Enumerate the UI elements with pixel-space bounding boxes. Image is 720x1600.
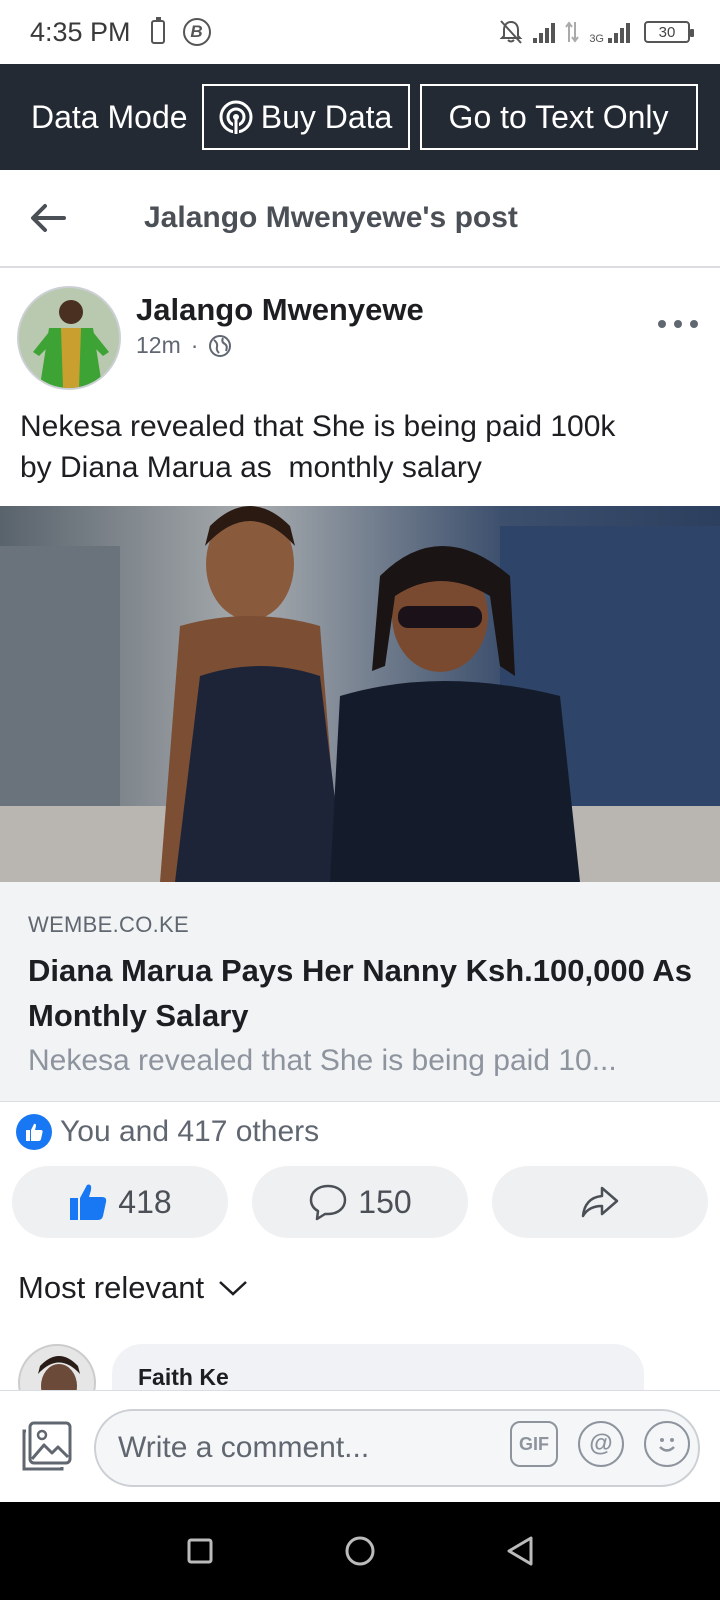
comment-icon — [310, 1184, 347, 1221]
broadcast-icon — [219, 100, 253, 134]
like-button[interactable]: 418 — [12, 1166, 228, 1238]
link-preview[interactable]: WEMBE.CO.KE Diana Marua Pays Her Nanny K… — [0, 882, 720, 1102]
comment-author[interactable]: Faith Ke — [138, 1364, 229, 1390]
page-title: Jalango Mwenyewe's post — [144, 201, 518, 234]
buy-data-label: Buy Data — [260, 98, 393, 135]
status-left-icons: B — [150, 17, 211, 46]
comment-sort-dropdown[interactable]: Most relevant — [18, 1270, 248, 1306]
thumbs-up-icon — [70, 1184, 107, 1220]
signal-icon — [533, 21, 556, 43]
reactions-summary[interactable]: You and 417 others — [16, 1114, 319, 1150]
post-meta: 12m · — [136, 332, 232, 359]
network-type-label: 3G — [589, 33, 604, 45]
comment-count: 150 — [358, 1183, 412, 1220]
gif-button[interactable]: GIF — [510, 1421, 558, 1467]
post-photo[interactable] — [0, 506, 720, 882]
share-button[interactable] — [492, 1166, 708, 1238]
triangle-back-icon — [507, 1536, 533, 1566]
notifications-off-icon — [499, 20, 523, 44]
link-title: Diana Marua Pays Her Nanny Ksh.100,000 A… — [28, 953, 692, 1033]
globe-icon — [209, 334, 232, 357]
more-options-icon[interactable] — [658, 318, 698, 330]
post-author-row: Jalango Mwenyewe 12m · — [0, 282, 720, 392]
composer-icons: GIF @ — [510, 1421, 690, 1467]
system-nav-bar — [0, 1502, 720, 1600]
comment-button[interactable]: 150 — [252, 1166, 468, 1238]
home-button[interactable] — [330, 1521, 390, 1581]
mention-button[interactable]: @ — [578, 1421, 624, 1467]
post-text: Nekesa revealed that She is being paid 1… — [20, 410, 616, 484]
post-time[interactable]: 12m — [136, 332, 181, 359]
signal-icon-secondary — [608, 21, 630, 43]
back-nav-button[interactable] — [490, 1521, 550, 1581]
status-right-icons: 3G 30 — [499, 19, 694, 45]
b-app-icon: B — [182, 18, 211, 46]
back-arrow-icon — [31, 204, 66, 232]
meta-separator: · — [190, 332, 199, 358]
author-name[interactable]: Jalango Mwenyewe — [136, 292, 424, 328]
battery-saver-icon — [150, 17, 165, 44]
battery-icon: 30 — [644, 21, 694, 43]
author-avatar[interactable] — [17, 286, 121, 390]
circle-icon — [345, 1536, 375, 1566]
data-transfer-icon — [565, 21, 580, 43]
back-button[interactable] — [0, 169, 96, 267]
photo-icon — [22, 1421, 72, 1471]
like-count: 418 — [118, 1183, 172, 1220]
data-mode-bar: Data Mode Buy Data Go to Text Only — [0, 64, 720, 170]
square-icon — [187, 1538, 213, 1564]
emoji-icon[interactable] — [644, 1421, 690, 1467]
chevron-down-icon — [219, 1281, 247, 1296]
comment-item: Faith Ke — [0, 1344, 720, 1392]
go-to-text-only-button[interactable]: Go to Text Only — [419, 84, 698, 150]
like-reaction-icon — [16, 1114, 52, 1150]
comment-composer: Write a comment... GIF @ — [0, 1390, 720, 1502]
post-actions: 418 150 — [12, 1166, 708, 1238]
reactions-text: You and 417 others — [60, 1115, 320, 1148]
status-bar: 4:35 PM B 3G 30 — [0, 0, 720, 64]
link-description: Nekesa revealed that She is being paid 1… — [28, 1044, 617, 1077]
comment-bubble[interactable]: Faith Ke — [112, 1344, 644, 1392]
buy-data-button[interactable]: Buy Data — [201, 84, 410, 150]
share-icon — [581, 1186, 619, 1218]
link-domain: WEMBE.CO.KE — [28, 912, 189, 937]
post-header: Jalango Mwenyewe's post — [0, 170, 720, 268]
comment-avatar[interactable] — [18, 1344, 96, 1392]
comment-input-placeholder: Write a comment... — [118, 1431, 370, 1464]
recent-apps-button[interactable] — [170, 1521, 230, 1581]
data-mode-label: Data Mode — [31, 98, 188, 135]
comment-sort-label: Most relevant — [18, 1270, 205, 1305]
add-photo-button[interactable] — [20, 1419, 74, 1473]
status-time: 4:35 PM — [30, 16, 131, 47]
